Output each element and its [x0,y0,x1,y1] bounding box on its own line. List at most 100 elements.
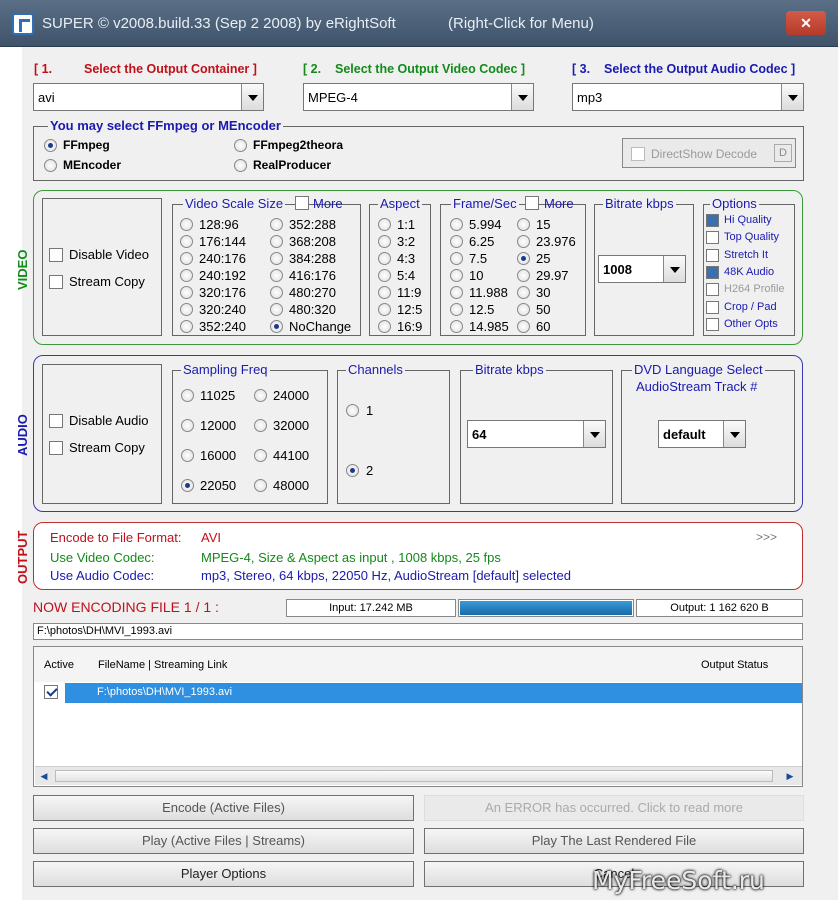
fps-option-radio[interactable] [450,286,463,299]
ffmpeg2theora-radio[interactable] [234,139,247,152]
aspect-option-radio[interactable] [378,286,391,299]
video-option-checkbox[interactable] [706,248,719,262]
chevron-down-icon[interactable] [583,421,605,447]
ffmpeg-radio[interactable] [44,139,57,152]
video-option-checkbox[interactable] [706,231,719,245]
chevron-down-icon[interactable] [241,84,263,110]
video-option-checkbox[interactable] [706,283,719,297]
scale-option-radio[interactable] [270,286,283,299]
scale-option-radio[interactable] [180,269,193,282]
fps-option-radio[interactable] [450,320,463,333]
fps-option-radio[interactable] [517,218,530,231]
encode-button[interactable]: Encode (Active Files) [33,795,414,821]
audio-bitrate-select[interactable]: 64 [467,420,606,448]
fps-option-radio[interactable] [517,303,530,316]
freq-option-radio[interactable] [181,449,194,462]
error-button[interactable]: An ERROR has occurred. Click to read mor… [424,795,804,821]
directshow-button[interactable]: D [774,144,792,162]
mencoder-radio[interactable] [44,159,57,172]
scroll-right-icon[interactable]: ▶ [783,769,797,783]
scale-option-radio[interactable] [180,303,193,316]
disable-audio-checkbox[interactable] [49,414,63,428]
aspect-option-radio[interactable] [378,269,391,282]
fps-option-radio[interactable] [517,235,530,248]
container-select[interactable]: avi [33,83,264,111]
scrollbar-thumb[interactable] [55,770,773,782]
scale-option-radio[interactable] [270,320,283,333]
freq-option-radio[interactable] [254,479,267,492]
realproducer-radio[interactable] [234,159,247,172]
freq-option-label: 48000 [273,478,310,493]
app-icon[interactable] [12,13,34,35]
freq-option-radio[interactable] [181,419,194,432]
play-last-button[interactable]: Play The Last Rendered File [424,828,804,854]
fps-option-radio[interactable] [517,252,530,265]
video-stream-copy-checkbox[interactable] [49,275,63,289]
scale-option-radio[interactable] [180,252,193,265]
output-more-arrows[interactable]: >>> [756,530,777,544]
freq-option-radio[interactable] [181,389,194,402]
horizontal-scrollbar[interactable]: ◀ ▶ [35,766,802,785]
dvd-track-select[interactable]: default [658,420,746,448]
fps-option-radio[interactable] [450,235,463,248]
scale-option-radio[interactable] [180,286,193,299]
fps-more-checkbox[interactable] [525,196,539,210]
scroll-left-icon[interactable]: ◀ [37,769,51,783]
scale-more-checkbox[interactable] [295,196,309,210]
channel-1-radio[interactable] [346,404,359,417]
play-button[interactable]: Play (Active Files | Streams) [33,828,414,854]
fps-option-radio[interactable] [450,252,463,265]
player-options-button[interactable]: Player Options [33,861,414,887]
channel-2-radio[interactable] [346,464,359,477]
aspect-option-radio[interactable] [378,303,391,316]
chevron-down-icon[interactable] [511,84,533,110]
container-select-value: avi [38,90,55,105]
video-option-checkbox[interactable] [706,300,719,314]
fps-option-radio[interactable] [450,218,463,231]
aspect-option-radio[interactable] [378,252,391,265]
video-option-label: Stretch It [724,248,769,261]
aspect-option-radio[interactable] [378,218,391,231]
scale-option-radio[interactable] [270,303,283,316]
directshow-checkbox[interactable] [631,147,645,161]
video-option-checkbox[interactable] [706,214,719,227]
freq-option-radio[interactable] [254,419,267,432]
scale-option-radio[interactable] [270,218,283,231]
freq-option-radio[interactable] [254,389,267,402]
scale-option-radio[interactable] [270,252,283,265]
fps-option-radio[interactable] [450,269,463,282]
scale-option-radio[interactable] [270,235,283,248]
col-active[interactable]: Active [44,659,74,671]
col-status[interactable]: Output Status [701,659,768,671]
fps-option-radio[interactable] [450,303,463,316]
freq-option-radio[interactable] [254,449,267,462]
aspect-option-radio[interactable] [378,235,391,248]
fps-option-radio[interactable] [517,269,530,282]
freq-option-radio[interactable] [181,479,194,492]
audio-codec-select[interactable]: mp3 [572,83,804,111]
title-bar[interactable]: SUPER © v2008.build.33 (Sep 2 2008) by e… [0,0,838,47]
row-active-checkbox[interactable] [44,685,58,699]
chevron-down-icon[interactable] [663,256,685,282]
video-option-checkbox[interactable] [706,317,719,331]
video-bitrate-select[interactable]: 1008 [598,255,686,283]
disable-video-checkbox[interactable] [49,248,63,262]
audio-stream-copy-checkbox[interactable] [49,441,63,455]
fps-option-radio[interactable] [517,320,530,333]
chevron-down-icon[interactable] [781,84,803,110]
scale-option-radio[interactable] [180,235,193,248]
video-option-checkbox[interactable] [706,265,719,279]
close-button[interactable]: ✕ [786,11,826,35]
table-row[interactable]: F:\photos\DH\MVI_1993.avi [35,683,802,703]
file-list[interactable]: Active FileName | Streaming Link Output … [33,646,803,787]
aspect-option-radio[interactable] [378,320,391,333]
fps-option-radio[interactable] [517,286,530,299]
chevron-down-icon[interactable] [723,421,745,447]
video-codec-select[interactable]: MPEG-4 [303,83,534,111]
scale-option-radio[interactable] [180,320,193,333]
scale-option-radio[interactable] [270,269,283,282]
col-filename[interactable]: FileName | Streaming Link [98,659,227,671]
disable-video-label: Disable Video [69,247,149,262]
scale-option-radio[interactable] [180,218,193,231]
audio-disable-box [42,364,162,504]
